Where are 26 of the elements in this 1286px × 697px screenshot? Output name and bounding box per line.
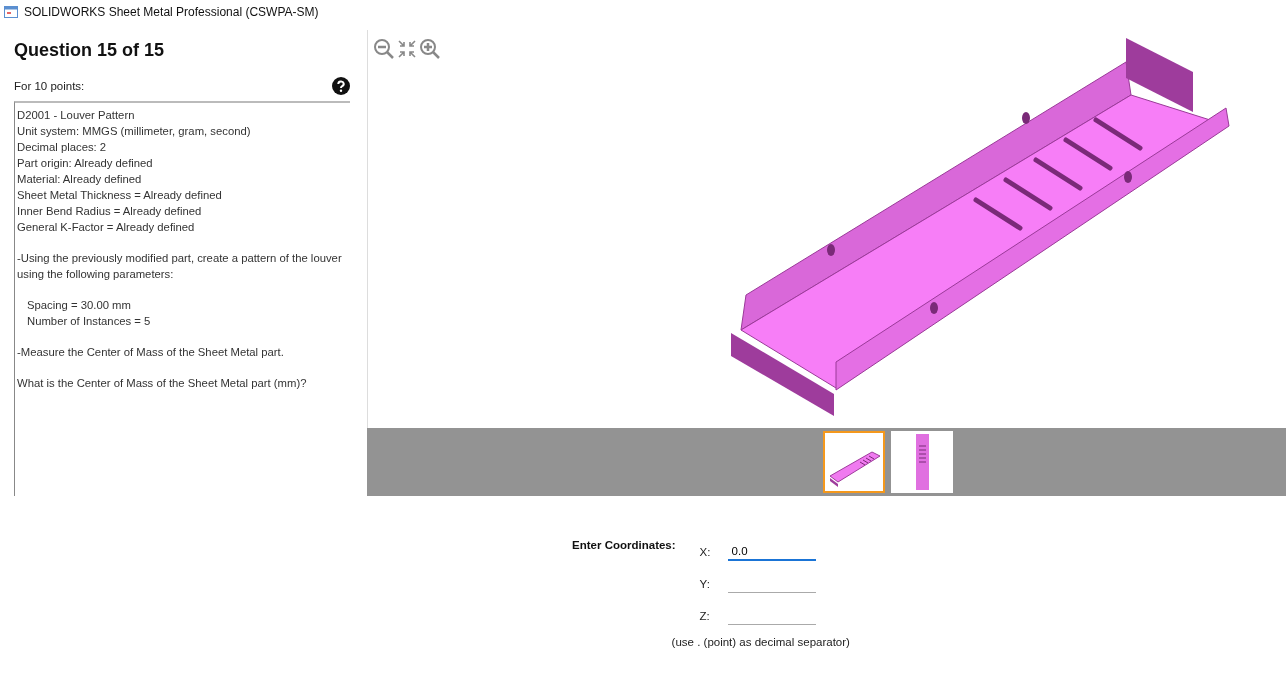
question-heading: Question 15 of 15 [14,40,166,61]
hint-text: (use . (point) as decimal separator) [671,636,850,648]
question-text: D2001 - Louver Pattern [17,108,136,123]
question-text: General K-Factor = Already defined [17,220,196,235]
model-thumbnail[interactable] [822,431,885,493]
question-text: What is the Center of Mass of the Sheet Metal part (mm)? [17,376,308,391]
question-text: Decimal places: 2 [17,140,108,155]
fit-view-icon[interactable] [397,39,417,59]
question-text: -Using the previously modified part, create a pattern of the louver using the following parameters: [17,251,343,282]
question-text: Unit system: MMGS (millimeter, gram, second) [17,124,252,139]
window-title: SOLIDWORKS Sheet Metal Professional (CSWPA-SM) [24,5,319,19]
coordinate-label: X: [699,546,712,558]
question-text: Spacing = 30.00 mm [27,298,132,313]
question-text: Number of Instances = 5 [27,314,152,329]
app-icon [4,6,18,18]
coordinate-label: Z: [699,610,711,622]
help-icon[interactable] [332,77,350,95]
question-text: -Measure the Center of Mass of the Sheet Metal part. [17,345,285,360]
zoom-in-icon[interactable] [419,38,441,60]
question-text: Part origin: Already defined [17,156,154,171]
question-text: Sheet Metal Thickness = Already defined [17,188,223,203]
zoom-out-icon[interactable] [373,38,395,60]
question-text: Material: Already defined [17,172,143,187]
coordinate-label: Y: [699,578,711,590]
points-label: For 10 points: [14,80,85,92]
question-text: Inner Bend Radius = Already defined [17,204,203,219]
